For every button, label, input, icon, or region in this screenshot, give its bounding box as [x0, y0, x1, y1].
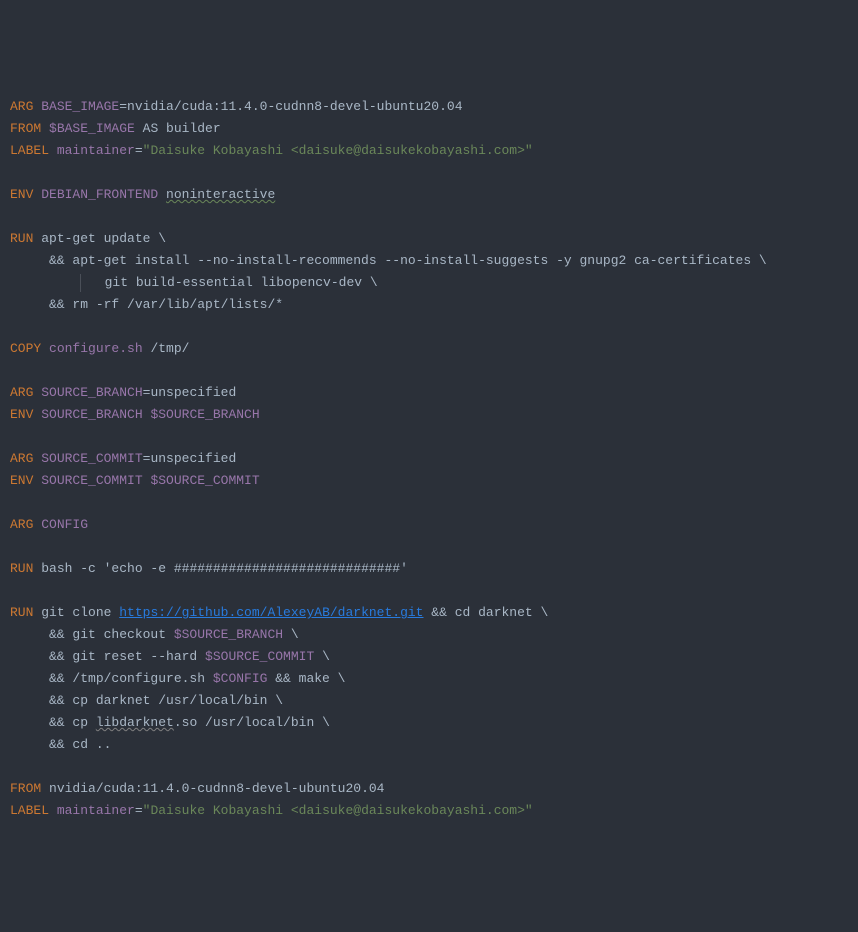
code-line-27: && cp darknet /usr/local/bin \ [10, 690, 848, 712]
continuation: \ [314, 649, 330, 664]
continuation: && make \ [267, 671, 345, 686]
value: =nvidia/cuda:11.4.0-cudnn8-devel-ubuntu2… [119, 99, 462, 114]
url: https://github.com/AlexeyAB/darknet.git [119, 605, 423, 620]
code-line-4: ENV DEBIAN_FRONTEND noninteractive [10, 184, 848, 206]
keyword: ENV [10, 407, 41, 422]
code-line-9: && rm -rf /var/lib/apt/lists/* [10, 294, 848, 316]
code-line-5 [10, 206, 848, 228]
value: =unspecified [143, 451, 237, 466]
code-line-7: && apt-get install --no-install-recommen… [10, 250, 848, 272]
variable: maintainer [57, 143, 135, 158]
keyword: ARG [10, 385, 41, 400]
string: "Daisuke Kobayashi <daisuke@daisukekobay… [143, 803, 533, 818]
continuation: && git checkout [10, 627, 174, 642]
continuation: && git reset --hard [10, 649, 205, 664]
variable-ref: $SOURCE_BRANCH [174, 627, 283, 642]
code-line-15 [10, 426, 848, 448]
variable: BASE_IMAGE [41, 99, 119, 114]
code-editor[interactable]: ARG BASE_IMAGE=nvidia/cuda:11.4.0-cudnn8… [10, 96, 848, 822]
keyword: RUN [10, 231, 41, 246]
variable-ref: $CONFIG [213, 671, 268, 686]
code-line-16: ARG SOURCE_COMMIT=unspecified [10, 448, 848, 470]
variable-ref: $SOURCE_COMMIT [150, 473, 259, 488]
keyword: RUN [10, 561, 41, 576]
keyword: ENV [10, 187, 41, 202]
code-line-31: FROM nvidia/cuda:11.4.0-cudnn8-devel-ubu… [10, 778, 848, 800]
code-line-19: ARG CONFIG [10, 514, 848, 536]
continuation: && cp [10, 715, 96, 730]
keyword: ARG [10, 517, 41, 532]
variable: SOURCE_COMMIT [41, 473, 150, 488]
keyword: ARG [10, 451, 41, 466]
variable: maintainer [57, 803, 135, 818]
code-line-23: RUN git clone https://github.com/AlexeyA… [10, 602, 848, 624]
variable-ref: $SOURCE_BRANCH [150, 407, 259, 422]
text: nvidia/cuda:11.4.0-cudnn8-devel-ubuntu20… [49, 781, 384, 796]
code-line-0: ARG BASE_IMAGE=nvidia/cuda:11.4.0-cudnn8… [10, 96, 848, 118]
code-line-24: && git checkout $SOURCE_BRANCH \ [10, 624, 848, 646]
code-line-26: && /tmp/configure.sh $CONFIG && make \ [10, 668, 848, 690]
equals: = [135, 143, 143, 158]
code-line-12 [10, 360, 848, 382]
variable-ref: $SOURCE_COMMIT [205, 649, 314, 664]
continuation: \ [283, 627, 299, 642]
code-line-1: FROM $BASE_IMAGE AS builder [10, 118, 848, 140]
code-line-13: ARG SOURCE_BRANCH=unspecified [10, 382, 848, 404]
keyword: ARG [10, 99, 41, 114]
keyword: FROM [10, 781, 49, 796]
continuation: && cd .. [10, 737, 111, 752]
code-line-17: ENV SOURCE_COMMIT $SOURCE_COMMIT [10, 470, 848, 492]
equals: = [135, 803, 143, 818]
typo-word: libdarknet [96, 715, 174, 730]
continuation: && cp darknet /usr/local/bin \ [10, 693, 283, 708]
variable: CONFIG [41, 517, 88, 532]
code-line-2: LABEL maintainer="Daisuke Kobayashi <dai… [10, 140, 848, 162]
code-line-20 [10, 536, 848, 558]
code-line-3 [10, 162, 848, 184]
command: bash -c 'echo -e #######################… [41, 561, 408, 576]
keyword: ENV [10, 473, 41, 488]
continuation: .so /usr/local/bin \ [174, 715, 330, 730]
code-line-21: RUN bash -c 'echo -e ###################… [10, 558, 848, 580]
continuation: && rm -rf /var/lib/apt/lists/* [10, 297, 283, 312]
code-line-6: RUN apt-get update \ [10, 228, 848, 250]
code-line-8: git build-essential libopencv-dev \ [10, 272, 848, 294]
code-line-32: LABEL maintainer="Daisuke Kobayashi <dai… [10, 800, 848, 822]
variable: SOURCE_BRANCH [41, 385, 142, 400]
keyword: FROM [10, 121, 49, 136]
code-line-25: && git reset --hard $SOURCE_COMMIT \ [10, 646, 848, 668]
variable: $BASE_IMAGE [49, 121, 135, 136]
command: apt-get update \ [41, 231, 166, 246]
value: =unspecified [143, 385, 237, 400]
code-line-22 [10, 580, 848, 602]
text: AS builder [135, 121, 221, 136]
keyword: COPY [10, 341, 49, 356]
variable: SOURCE_COMMIT [41, 451, 142, 466]
continuation: && apt-get install --no-install-recommen… [10, 253, 767, 268]
command: git clone [41, 605, 119, 620]
code-line-10 [10, 316, 848, 338]
source: configure.sh [49, 341, 143, 356]
code-line-30 [10, 756, 848, 778]
code-line-14: ENV SOURCE_BRANCH $SOURCE_BRANCH [10, 404, 848, 426]
continuation: && /tmp/configure.sh [10, 671, 213, 686]
variable: DEBIAN_FRONTEND [41, 187, 166, 202]
variable: SOURCE_BRANCH [41, 407, 150, 422]
string: "Daisuke Kobayashi <daisuke@daisukekobay… [143, 143, 533, 158]
code-line-18 [10, 492, 848, 514]
keyword: RUN [10, 605, 41, 620]
code-line-11: COPY configure.sh /tmp/ [10, 338, 848, 360]
command: && cd darknet \ [423, 605, 548, 620]
dest: /tmp/ [143, 341, 190, 356]
keyword: LABEL [10, 803, 57, 818]
code-line-28: && cp libdarknet.so /usr/local/bin \ [10, 712, 848, 734]
value: noninteractive [166, 187, 275, 202]
keyword: LABEL [10, 143, 57, 158]
continuation: git build-essential libopencv-dev \ [81, 275, 377, 290]
